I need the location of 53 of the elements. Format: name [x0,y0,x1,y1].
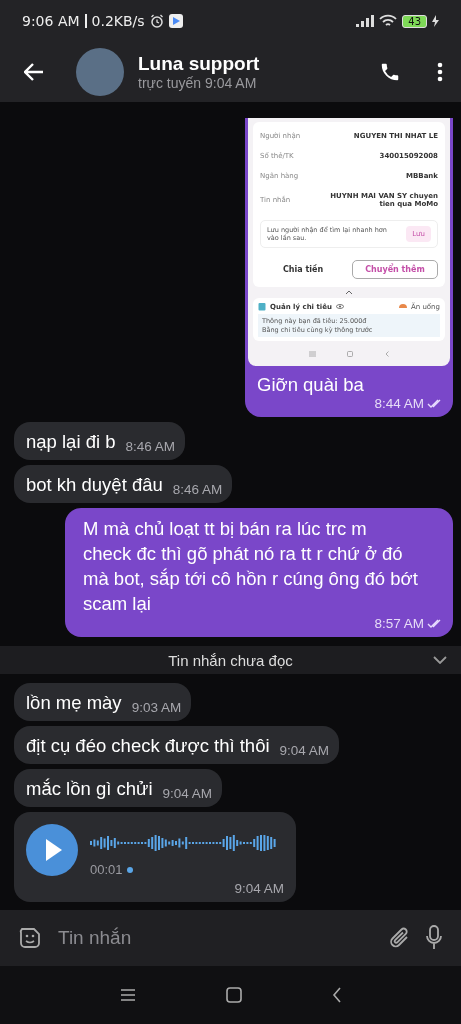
message-time: 9:04 AM [279,743,330,758]
message-text: Giỡn quài ba [256,373,365,396]
back-chevron-icon[interactable] [331,987,342,1003]
avatar[interactable] [76,48,124,96]
food-icon [398,303,407,310]
wifi-icon [379,14,398,28]
voice-duration: 00:01 [90,862,123,877]
alarm-clock-icon [149,14,164,28]
message-time: 8:46 AM [125,439,175,454]
sticker-icon[interactable] [18,926,42,950]
paperclip-icon[interactable] [389,926,411,950]
microphone-icon[interactable] [425,925,443,951]
unread-label: Tin nhắn chưa đọc [168,651,293,669]
back-arrow-icon[interactable] [24,63,44,81]
calendar-icon [258,302,266,311]
message-text: lồn mẹ mày [26,691,122,715]
chevron-down-icon[interactable] [433,656,447,664]
network-speed: 0.2KB/s [91,13,145,29]
message-time: 9:04 AM [162,786,213,801]
message-bubble[interactable]: lồn mẹ mày 9:03 AM [14,683,192,721]
message-text: mắc lồn gì chửi [26,777,153,801]
message-text: M mà chủ loạt tt bị bán ra lúc trc m check đc thì gõ phát nó ra tt r chứ ở đó mà bot, sắp tới cô hồn r cúng ông đó bớt scam lại [83,517,418,616]
message-bubble[interactable]: địt cụ đéo check được thì thôi 9:04 AM [14,726,340,764]
charging-bolt-icon [432,15,439,27]
more-menu-icon[interactable] [437,62,443,82]
caret-up-icon [345,290,353,295]
receipt-button: Chuyển thêm [352,260,438,279]
battery-indicator: 43 [402,14,427,28]
play-store-icon [168,14,183,28]
message-time: 9:04 AM [234,881,284,896]
message-bubble[interactable]: bot kh duyệt đâu 8:46 AM [14,465,233,503]
signal-icon [356,15,375,27]
online-status: trực tuyến 9:04 AM [138,75,258,91]
status-time: 9:06 AM [22,13,80,29]
message-text: bot kh duyệt đâu [26,473,163,497]
message-bubble[interactable]: nạp lại đi b 8:46 AM [14,422,185,460]
image-message-bubble[interactable] [245,118,453,417]
message-text: nạp lại đi b [26,430,116,454]
message-time: 8:44 AM [374,396,424,411]
message-bubble[interactable]: M mà chủ loạt tt bị bán ra lúc trc m check đc thì gõ phát nó ra tt r chứ ở đó mà bot, sắp tới cô hồn r cúng ông đó bớt scam lại 8:57 AM [65,508,453,637]
message-bubble[interactable]: mắc lồn gì chửi 9:04 AM [14,769,223,807]
eye-icon [335,304,344,309]
message-input[interactable]: Tin nhắn [56,926,375,950]
message-time: 9:03 AM [131,700,182,715]
message-composer[interactable]: Tin nhắn [0,910,461,966]
chevron-left-icon [385,351,390,357]
contact-name: Luna support [138,53,261,75]
message-time: 8:57 AM [374,616,424,631]
play-button-icon[interactable] [26,824,78,876]
message-text: địt cụ đéo check được thì thôi [26,734,270,758]
phone-icon[interactable] [379,61,401,83]
message-time: 8:46 AM [172,482,223,497]
home-square-icon[interactable] [225,987,242,1003]
